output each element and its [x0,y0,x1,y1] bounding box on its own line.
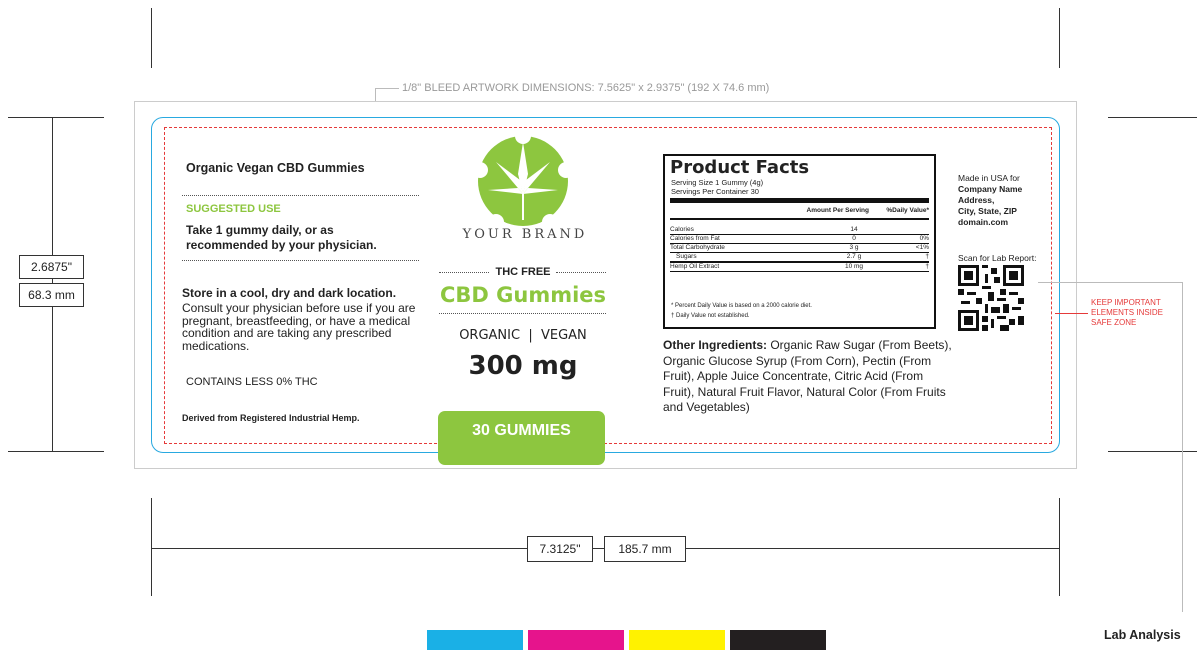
crop-mark-left-top [8,117,104,118]
divider [182,260,419,261]
product-facts-panel: Product Facts Serving Size 1 Gummy (4g) … [663,154,936,329]
cannabis-leaf-logo-icon [476,134,570,228]
company-address: Address, [958,195,995,205]
derived-note: Derived from Registered Industrial Hemp. [182,413,360,423]
facts-row: Hemp Oil Extract 10 mg † [670,262,929,272]
company-name: Company Name [958,184,1023,194]
facts-header-row: Amount Per Serving %Daily Value* [670,206,929,215]
storage-text: Consult your physician before use if you… [182,301,416,353]
brand-name: YOUR BRAND [462,227,588,242]
lab-leader-h [1038,282,1182,283]
divider [182,195,419,196]
other-ingredients: Other Ingredients: Organic Raw Sugar (Fr… [663,338,953,416]
facts-row-dv: 0% [919,235,929,242]
yellow-swatch [629,630,725,650]
height-in-box: 2.6875" [19,255,84,279]
made-in-label: Made in USA for [958,173,1020,183]
qr-code-icon[interactable] [958,265,1024,331]
count-label: 30 GUMMIES [472,422,571,439]
divider [439,272,489,273]
company-city: City, State, ZIP [958,206,1017,216]
facts-row-name: Hemp Oil Extract [670,263,720,270]
crop-mark-top-left [151,8,152,68]
facts-row-dv: <1% [915,244,929,251]
crop-mark-right-top [1108,117,1197,118]
width-mm-box: 185.7 mm [604,536,686,562]
serving-size: Serving Size 1 Gummy (4g) [671,178,764,187]
amount-header: Amount Per Serving [806,207,869,214]
facts-row-amount: 0 [852,235,856,242]
ingredients-label: Other Ingredients: [663,338,768,352]
bleed-label-leader-h [375,88,399,89]
width-in-label: 7.3125" [539,542,581,556]
crop-mark-bottom-left [151,498,152,596]
count-badge: 30 GUMMIES [438,411,605,465]
company-domain: domain.com [958,217,1009,227]
height-mm-label: 68.3 mm [28,288,75,302]
scan-label: Scan for Lab Report: [958,253,1037,263]
black-swatch [730,630,826,650]
facts-rule-thick [670,198,929,203]
facts-rule [670,218,929,220]
cyan-swatch [427,630,523,650]
thc-note: CONTAINS LESS 0% THC [186,376,318,388]
divider [439,313,606,314]
product-strength: 300 mg [468,351,578,381]
storage-heading: Store in a cool, dry and dark location. [182,286,397,300]
safe-zone-leader [1055,313,1088,314]
crop-mark-left-bottom [8,451,104,452]
facts-row-name: Calories [670,226,694,233]
bleed-label-leader-v [375,88,376,101]
dv-header: %Daily Value* [886,207,929,214]
suggested-use-text: Take 1 gummy daily, or as recommended by… [186,223,377,252]
product-title: Organic Vegan CBD Gummies [186,161,365,175]
thc-free-label: THC FREE [495,266,551,278]
magenta-swatch [528,630,624,650]
facts-row-name: Sugars [676,253,697,260]
width-mm-label: 185.7 mm [618,542,672,556]
height-in-label: 2.6875" [31,260,72,274]
facts-title: Product Facts [670,157,810,178]
product-attributes: ORGANIC | VEGAN [459,328,587,343]
divider [556,272,606,273]
crop-mark-bottom-right [1059,498,1060,596]
facts-row-amount: 14 [850,226,858,233]
width-in-box: 7.3125" [527,536,593,562]
crop-mark-right-bottom [1108,451,1197,452]
lab-analysis-label: Lab Analysis [1104,628,1181,642]
servings-per-container: Servings Per Container 30 [671,187,759,196]
facts-row-name: Calories from Fat [670,235,720,242]
facts-row-name: Total Carbohydrate [670,244,725,251]
facts-row-dv: † [925,253,929,260]
suggested-use-heading: SUGGESTED USE [186,203,281,215]
facts-row-amount: 10 mg [844,263,864,270]
facts-row-dv: † [925,263,929,270]
product-name: CBD Gummies [439,283,607,307]
facts-row-amount: 2.7 g [846,253,862,260]
safe-zone-note: KEEP IMPORTANT ELEMENTS INSIDE SAFE ZONE [1091,298,1164,327]
lab-leader-v [1182,282,1183,612]
facts-row-amount: 3 g [849,244,859,251]
height-mm-box: 68.3 mm [19,283,84,307]
facts-footnote-2: † Daily Value not established. [671,313,750,319]
bleed-label: 1/8" BLEED ARTWORK DIMENSIONS: 7.5625" x… [402,82,770,94]
company-info: Made in USA for Company Name Address, Ci… [958,173,1022,228]
facts-footnote-1: * Percent Daily Value is based on a 2000… [671,303,812,309]
crop-mark-top-right [1059,8,1060,68]
